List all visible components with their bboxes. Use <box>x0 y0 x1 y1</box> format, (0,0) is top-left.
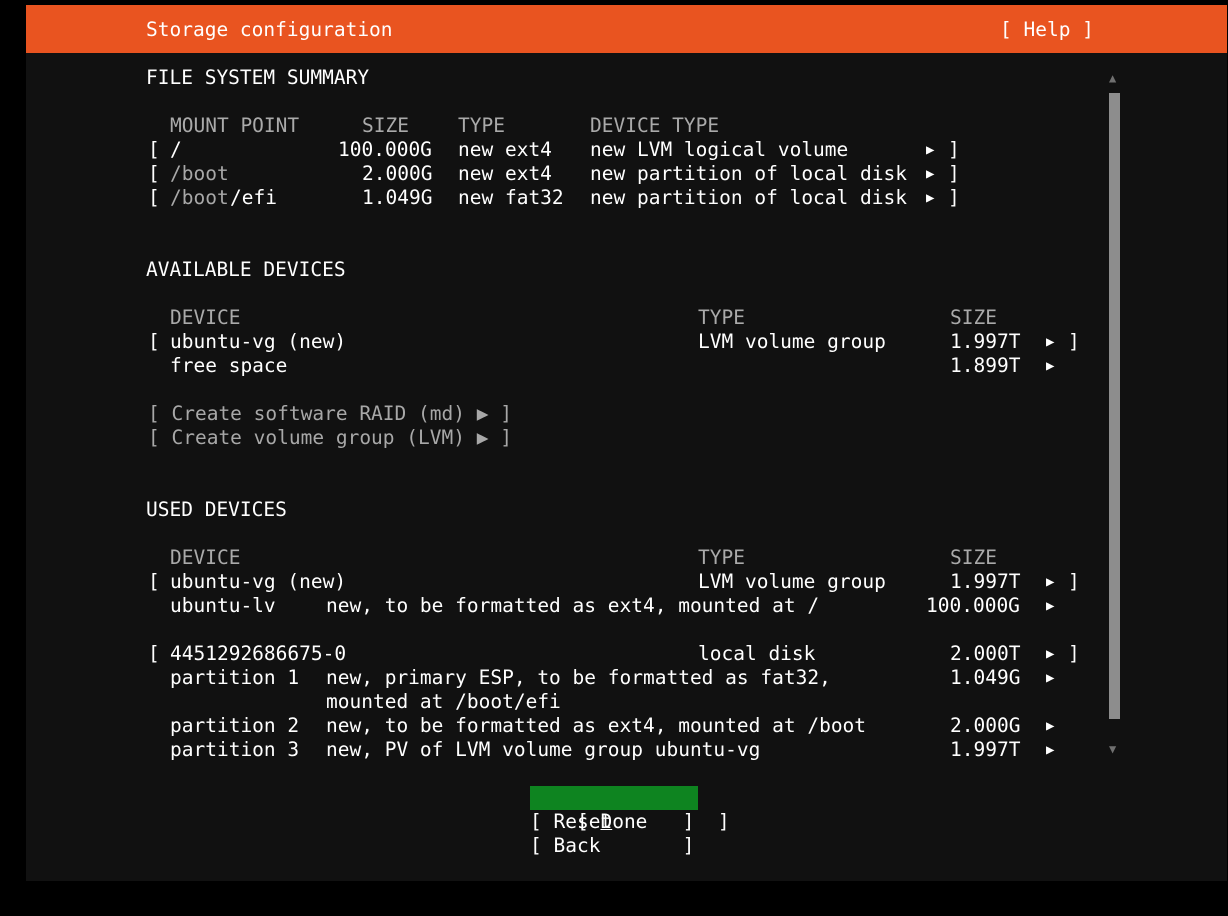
lv-size: 100.000G <box>926 594 1020 617</box>
row-arrow-icon[interactable]: ▶ <box>1046 642 1054 666</box>
help-button[interactable]: [ Help ] <box>1000 18 1094 42</box>
device-size: 1.997T <box>950 570 1021 593</box>
row-close-bracket: ] <box>1068 570 1080 593</box>
row-arrow-icon[interactable]: ▶ <box>926 138 934 162</box>
device-size: 1.997T <box>950 330 1021 353</box>
col-device: DEVICE <box>170 306 241 329</box>
col-size: SIZE <box>950 306 997 329</box>
disk-type: local disk <box>698 642 816 665</box>
row-open-bracket: [ <box>148 162 160 185</box>
fs-size: 2.000G <box>362 162 433 185</box>
disk-size: 2.000T <box>950 642 1021 665</box>
available-devices-title: AVAILABLE DEVICES <box>146 258 346 281</box>
col-type: TYPE <box>698 306 745 329</box>
row-arrow-icon[interactable]: ▶ <box>926 186 934 210</box>
partition-name: partition 1 <box>170 666 300 689</box>
back-button[interactable]: [ Back ] <box>530 834 694 858</box>
row-arrow-icon[interactable]: ▶ <box>1046 666 1054 690</box>
mount-point-tail: /efi <box>230 186 277 209</box>
row-open-bracket: [ <box>148 138 160 161</box>
installer-screen: Storage configuration [ Help ] FILE SYST… <box>26 5 1227 881</box>
fs-type: new fat32 <box>458 186 564 209</box>
row-close-bracket: ] <box>948 162 960 185</box>
row-arrow-icon[interactable]: ▶ <box>1046 738 1054 762</box>
mount-point: / <box>170 138 182 161</box>
row-open-bracket: [ <box>148 330 160 353</box>
partition-description: new, to be formatted as ext4, mounted at… <box>326 714 867 737</box>
row-close-bracket: ] <box>948 138 960 161</box>
col-device-type: DEVICE TYPE <box>590 114 720 137</box>
fs-type: new ext4 <box>458 138 552 161</box>
row-close-bracket: ] <box>1068 330 1080 353</box>
fs-size: 100.000G <box>338 138 432 161</box>
reset-button[interactable]: [ Reset ] <box>530 810 694 834</box>
disk-name: 4451292686675-0 <box>170 642 347 665</box>
fs-device-type: new LVM logical volume <box>590 138 849 161</box>
col-mount-point: MOUNT POINT <box>170 114 300 137</box>
row-arrow-icon[interactable]: ▶ <box>1046 354 1054 378</box>
scroll-down-icon[interactable]: ▼ <box>1109 742 1116 756</box>
row-arrow-icon[interactable]: ▶ <box>1046 714 1054 738</box>
row-close-bracket: ] <box>948 186 960 209</box>
row-arrow-icon[interactable]: ▶ <box>1046 570 1054 594</box>
row-open-bracket: [ <box>148 642 160 665</box>
create-lvm-button[interactable]: [ Create volume group (LVM) ▶ ] <box>148 426 512 450</box>
free-space-size: 1.899T <box>950 354 1021 377</box>
header-bar: Storage configuration [ Help ] <box>26 5 1227 53</box>
device-type: LVM volume group <box>698 330 886 353</box>
col-type: TYPE <box>458 114 505 137</box>
device-name: ubuntu-vg (new) <box>170 330 347 353</box>
free-space-label: free space <box>170 354 288 377</box>
mount-point-prefix: /boot <box>170 186 229 209</box>
fs-summary-title: FILE SYSTEM SUMMARY <box>146 66 370 89</box>
row-open-bracket: [ <box>148 186 160 209</box>
partition-size: 1.997T <box>950 738 1021 761</box>
device-name: ubuntu-vg (new) <box>170 570 347 593</box>
partition-name: partition 2 <box>170 714 300 737</box>
partition-name: partition 3 <box>170 738 300 761</box>
partition-description: new, primary ESP, to be formatted as fat… <box>326 666 831 689</box>
col-size: SIZE <box>362 114 409 137</box>
used-devices-title: USED DEVICES <box>146 498 287 521</box>
col-type: TYPE <box>698 546 745 569</box>
mount-point: /boot <box>170 162 229 185</box>
row-arrow-icon[interactable]: ▶ <box>926 162 934 186</box>
row-close-bracket: ] <box>1068 642 1080 665</box>
device-type: LVM volume group <box>698 570 886 593</box>
done-button[interactable]: [ Done ] <box>530 786 730 833</box>
scrollbar[interactable] <box>1109 93 1120 719</box>
partition-size: 2.000G <box>950 714 1021 737</box>
fs-device-type: new partition of local disk <box>590 186 907 209</box>
scroll-up-icon[interactable]: ▲ <box>1109 71 1116 85</box>
partition-size: 1.049G <box>950 666 1021 689</box>
col-size: SIZE <box>950 546 997 569</box>
fs-size: 1.049G <box>362 186 433 209</box>
row-open-bracket: [ <box>148 570 160 593</box>
row-arrow-icon[interactable]: ▶ <box>1046 594 1054 618</box>
fs-type: new ext4 <box>458 162 552 185</box>
row-arrow-icon[interactable]: ▶ <box>1046 330 1054 354</box>
col-device: DEVICE <box>170 546 241 569</box>
lv-description: new, to be formatted as ext4, mounted at… <box>326 594 820 617</box>
page-title: Storage configuration <box>146 18 393 41</box>
fs-device-type: new partition of local disk <box>590 162 907 185</box>
lv-name: ubuntu-lv <box>170 594 276 617</box>
partition-description-cont: mounted at /boot/efi <box>326 690 561 713</box>
partition-description: new, PV of LVM volume group ubuntu-vg <box>326 738 761 761</box>
create-raid-button[interactable]: [ Create software RAID (md) ▶ ] <box>148 402 512 426</box>
